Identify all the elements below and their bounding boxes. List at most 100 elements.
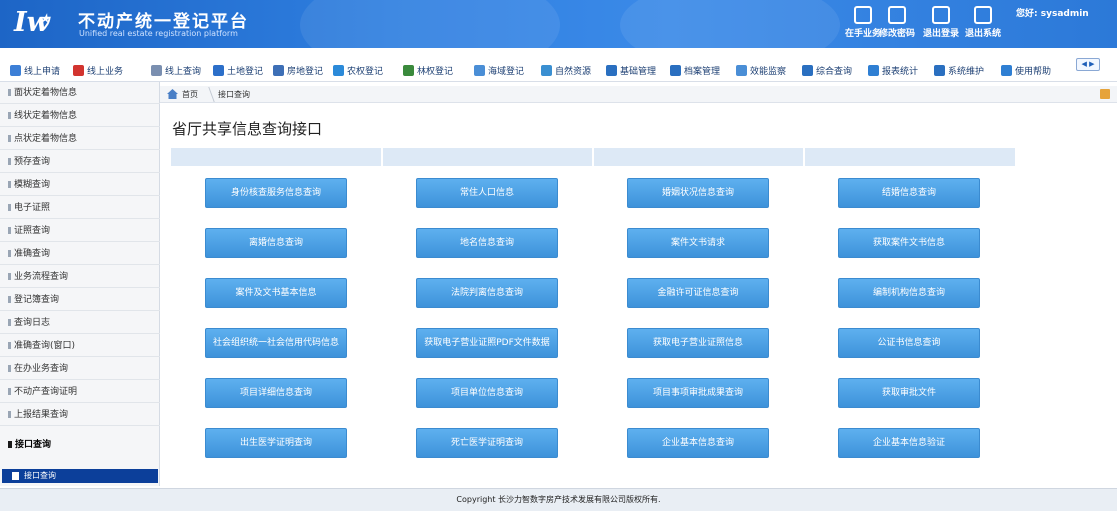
nav-label: 线上申请 bbox=[24, 66, 61, 77]
sidebar-item[interactable]: 证照查询 bbox=[0, 220, 160, 242]
breadcrumb-home[interactable]: 首页 bbox=[182, 88, 198, 101]
sidebar-item-label: 证照查询 bbox=[14, 226, 51, 236]
sidebar-item[interactable]: 模糊查询 bbox=[0, 174, 160, 196]
nav-label: 自然资源 bbox=[555, 66, 592, 77]
sidebar: 面状定着物信息 线状定着物信息 点状定着物信息 预存查询 模糊查询 电子证照 证… bbox=[0, 82, 160, 486]
sidebar-item-label: 不动产查询证明 bbox=[14, 387, 78, 397]
bullet-icon bbox=[8, 158, 11, 165]
sidebar-item[interactable]: 准确查询(窗口) bbox=[0, 335, 160, 357]
sidebar-item[interactable]: 上报结果查询 bbox=[0, 404, 160, 426]
query-button[interactable]: 婚姻状况信息查询 bbox=[627, 178, 769, 208]
query-button[interactable]: 项目详细信息查询 bbox=[205, 378, 347, 408]
sidebar-item[interactable]: 预存查询 bbox=[0, 151, 160, 173]
sidebar-item[interactable]: 查询日志 bbox=[0, 312, 160, 334]
query-button[interactable]: 社会组织统一社会信用代码信息 bbox=[205, 328, 347, 358]
sidebar-item[interactable]: 不动产查询证明 bbox=[0, 381, 160, 403]
sidebar-item-label: 模糊查询 bbox=[14, 180, 51, 190]
nav-report-stat[interactable]: 报表统计 bbox=[868, 62, 918, 78]
query-button[interactable]: 案件及文书基本信息 bbox=[205, 278, 347, 308]
nav-forest-register[interactable]: 林权登记 bbox=[403, 62, 453, 78]
nav-archive-manage[interactable]: 档案管理 bbox=[670, 62, 720, 78]
archive-manage-icon bbox=[670, 64, 681, 76]
query-button[interactable]: 获取审批文件 bbox=[838, 378, 980, 408]
natural-resource-icon bbox=[541, 64, 552, 76]
query-button[interactable]: 结婚信息查询 bbox=[838, 178, 980, 208]
column-header bbox=[171, 148, 381, 166]
nav-scroll-arrows[interactable]: ◀ ▶ bbox=[1076, 58, 1100, 71]
query-button[interactable]: 获取案件文书信息 bbox=[838, 228, 980, 258]
sidebar-item[interactable]: 在办业务查询 bbox=[0, 358, 160, 380]
sidebar-item-label: 在办业务查询 bbox=[14, 364, 69, 374]
nav-label: 系统维护 bbox=[948, 66, 985, 77]
query-button[interactable]: 案件文书请求 bbox=[627, 228, 769, 258]
nav-help[interactable]: 使用帮助 bbox=[1001, 62, 1051, 78]
nav-label: 农权登记 bbox=[347, 66, 384, 77]
sidebar-item[interactable]: 准确查询 bbox=[0, 243, 160, 265]
nav-label: 效能监察 bbox=[750, 66, 787, 77]
query-button[interactable]: 身份核查服务信息查询 bbox=[205, 178, 347, 208]
query-button[interactable]: 项目单位信息查询 bbox=[416, 378, 558, 408]
nav-system-maintain[interactable]: 系统维护 bbox=[934, 62, 984, 78]
exit-system-label: 退出系统 bbox=[964, 29, 1001, 39]
query-button[interactable]: 项目事项审批成果查询 bbox=[627, 378, 769, 408]
query-button[interactable]: 法院判离信息查询 bbox=[416, 278, 558, 308]
sidebar-item[interactable]: 业务流程查询 bbox=[0, 266, 160, 288]
bullet-icon bbox=[8, 112, 11, 119]
comprehensive-query-icon bbox=[802, 64, 813, 76]
query-button[interactable]: 出生医学证明查询 bbox=[205, 428, 347, 458]
bullet-icon bbox=[8, 365, 11, 372]
nav-online-business[interactable]: 线上业务 bbox=[73, 62, 123, 78]
logout-label: 退出登录 bbox=[922, 29, 959, 39]
exit-system-button[interactable]: 退出系统 bbox=[958, 4, 1008, 44]
bullet-icon bbox=[8, 227, 11, 234]
bullet-icon bbox=[8, 250, 11, 257]
edit-password-icon bbox=[888, 6, 906, 24]
column-header bbox=[383, 148, 592, 166]
help-icon bbox=[1001, 64, 1012, 76]
bullet-icon bbox=[8, 273, 11, 280]
query-button[interactable]: 地名信息查询 bbox=[416, 228, 558, 258]
nav-farm-register[interactable]: 农权登记 bbox=[333, 62, 383, 78]
sidebar-item-interface-query[interactable]: 接口查询 bbox=[0, 434, 160, 456]
nav-label: 基础管理 bbox=[620, 66, 657, 77]
top-header: Iw ★ 不动产统一登记平台 Unified real estate regist… bbox=[0, 0, 1117, 48]
home-icon[interactable] bbox=[167, 89, 178, 99]
nav-online-apply[interactable]: 线上申请 bbox=[10, 62, 60, 78]
query-button[interactable]: 企业基本信息查询 bbox=[627, 428, 769, 458]
query-button[interactable]: 常住人口信息 bbox=[416, 178, 558, 208]
report-stat-icon bbox=[868, 64, 879, 76]
query-button[interactable]: 公证书信息查询 bbox=[838, 328, 980, 358]
system-maintain-icon bbox=[934, 64, 945, 76]
query-button[interactable]: 死亡医学证明查询 bbox=[416, 428, 558, 458]
query-button[interactable]: 编制机构信息查询 bbox=[838, 278, 980, 308]
nav-online-query[interactable]: 线上查询 bbox=[151, 62, 201, 78]
nav-label: 土地登记 bbox=[227, 66, 264, 77]
sidebar-item[interactable]: 面状定着物信息 bbox=[0, 82, 160, 104]
query-button[interactable]: 金融许可证信息查询 bbox=[627, 278, 769, 308]
nav-comprehensive-query[interactable]: 综合查询 bbox=[802, 62, 852, 78]
sidebar-item[interactable]: 登记簿查询 bbox=[0, 289, 160, 311]
sidebar-item[interactable]: 线状定着物信息 bbox=[0, 105, 160, 127]
bullet-icon bbox=[8, 319, 11, 326]
nav-house-register[interactable]: 房地登记 bbox=[273, 62, 323, 78]
nav-sea-register[interactable]: 海域登记 bbox=[474, 62, 524, 78]
nav-efficiency-monitor[interactable]: 效能监察 bbox=[736, 62, 786, 78]
header-decoration bbox=[620, 0, 840, 48]
column-header bbox=[594, 148, 803, 166]
user-greeting: 您好: sysadmin bbox=[1016, 9, 1089, 19]
query-button[interactable]: 企业基本信息验证 bbox=[838, 428, 980, 458]
sidebar-item[interactable]: 电子证照 bbox=[0, 197, 160, 219]
query-button[interactable]: 离婚信息查询 bbox=[205, 228, 347, 258]
bullet-icon bbox=[8, 441, 12, 448]
edit-password-button[interactable]: 修改密码 bbox=[872, 4, 922, 44]
sidebar-item-label: 上报结果查询 bbox=[14, 410, 69, 420]
query-button[interactable]: 获取电子营业证照PDF文件数据 bbox=[416, 328, 558, 358]
column-header bbox=[805, 148, 1015, 166]
nav-natural-resource[interactable]: 自然资源 bbox=[541, 62, 591, 78]
sidebar-subitem-interface-query[interactable]: 接口查询 bbox=[2, 469, 158, 483]
sidebar-item[interactable]: 点状定着物信息 bbox=[0, 128, 160, 150]
nav-land-register[interactable]: 土地登记 bbox=[213, 62, 263, 78]
close-tab-icon[interactable] bbox=[1100, 89, 1110, 99]
query-button[interactable]: 获取电子营业证照信息 bbox=[627, 328, 769, 358]
nav-base-manage[interactable]: 基础管理 bbox=[606, 62, 656, 78]
